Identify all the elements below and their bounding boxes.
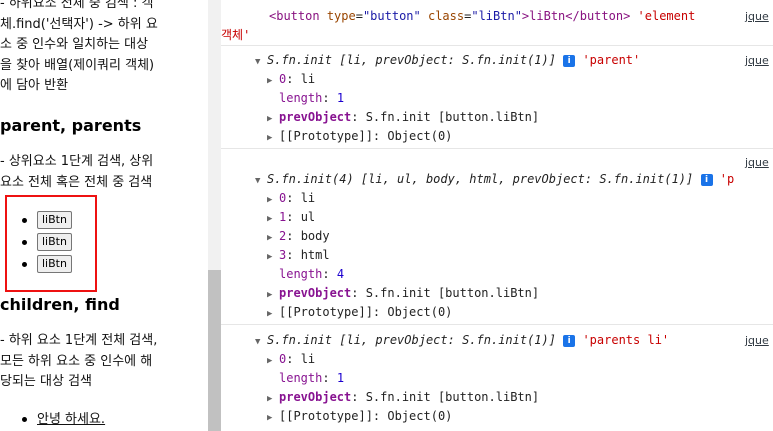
li-button[interactable]: liBtn [37, 255, 72, 273]
object-property[interactable]: ▶ 0: li [267, 191, 315, 205]
heading-parent-parents: parent, parents [0, 116, 142, 135]
object-prototype[interactable]: ▶ [[Prototype]]: Object(0) [267, 129, 452, 143]
info-icon[interactable]: i [563, 335, 576, 347]
console-object-header[interactable]: ▼ S.fn.init(4) [li, ul, body, html, prevO… [255, 172, 734, 186]
source-link[interactable]: jque [745, 156, 769, 169]
devtools-console: <button type="button" class="liBtn">liBt… [221, 0, 773, 431]
html-attr-value: "button" [362, 9, 421, 23]
source-link[interactable]: jque [745, 334, 769, 347]
object-property[interactable]: ▶ prevObject: S.fn.init [button.liBtn] [267, 110, 539, 124]
source-link[interactable]: jque [745, 10, 769, 23]
html-content: >liBtn</ [521, 9, 580, 23]
expand-right-icon[interactable]: ▶ [267, 252, 279, 262]
object-property[interactable]: ▶ prevObject: S.fn.init [button.liBtn] [267, 390, 539, 404]
object-property[interactable]: ▶ 1: ul [267, 210, 315, 224]
children-description: - 하위 요소 1단계 전체 검색, 모든 하위 요소 중 인수에 해 당되는 … [0, 331, 200, 393]
text-line: - 하위 요소 1단계 전체 검색, [0, 333, 158, 348]
log-separator [221, 324, 773, 325]
object-property: length: 1 [279, 91, 345, 105]
expand-down-icon[interactable]: ▼ [255, 337, 267, 347]
log-label: 'parents li' [582, 333, 670, 347]
expand-right-icon[interactable]: ▶ [267, 309, 279, 319]
object-property[interactable]: ▶ 3: html [267, 248, 330, 262]
text-line: 에 담아 반환 [0, 78, 69, 93]
text-line: 체.find('선택자') -> 하위 요 [0, 16, 158, 32]
object-property[interactable]: ▶ 0: li [267, 72, 315, 86]
html-attr-value: "liBtn" [471, 9, 522, 23]
log-label: 'parent' [582, 53, 641, 67]
heading-children-find: children, find [0, 295, 120, 314]
expand-right-icon[interactable]: ▶ [267, 394, 279, 404]
parent-description: - 상위요소 1단계 검색, 상위 요소 전체 혹은 전체 중 검색 [0, 152, 200, 193]
expand-right-icon[interactable]: ▶ [267, 195, 279, 205]
text-line: 소 중 인수와 일치하는 대상 [0, 37, 149, 52]
expand-right-icon[interactable]: ▶ [267, 133, 279, 143]
expand-right-icon[interactable]: ▶ [267, 413, 279, 423]
list-bullet [22, 417, 27, 422]
scrollbar-thumb[interactable] [208, 270, 221, 431]
expand-right-icon[interactable]: ▶ [267, 114, 279, 124]
li-button[interactable]: liBtn [37, 233, 72, 251]
text-line: 모든 하위 요소 중 인수에 해 [0, 353, 153, 369]
console-object-header[interactable]: ▼ S.fn.init [li, prevObject: S.fn.init(1)… [255, 53, 640, 67]
expand-right-icon[interactable]: ▶ [267, 290, 279, 300]
page-content: - 하위요소 전체 중 검색 : 객 체.find('선택자') -> 하위 요… [0, 0, 208, 431]
object-property[interactable]: ▶ prevObject: S.fn.init [button.liBtn] [267, 286, 539, 300]
object-prototype[interactable]: ▶ [[Prototype]]: Object(0) [267, 409, 452, 423]
log-separator [221, 45, 773, 46]
list-bullet [22, 240, 27, 245]
expand-right-icon[interactable]: ▶ [267, 214, 279, 224]
log-label-wrap: 객체' [221, 28, 251, 42]
expand-right-icon[interactable]: ▶ [267, 76, 279, 86]
expand-down-icon[interactable]: ▼ [255, 57, 267, 67]
log-separator [221, 148, 773, 149]
expand-down-icon[interactable]: ▼ [255, 176, 267, 186]
info-icon[interactable]: i [700, 174, 713, 186]
text-line: 을 찾아 배열(제이쿼리 객체) [0, 57, 155, 73]
log-label: 'element [637, 9, 696, 23]
expand-right-icon[interactable]: ▶ [267, 233, 279, 243]
info-icon[interactable]: i [563, 55, 576, 67]
object-prototype[interactable]: ▶ [[Prototype]]: Object(0) [267, 305, 452, 319]
li-button[interactable]: liBtn [37, 211, 72, 229]
html-tag-close: button> [579, 9, 631, 23]
list-bullet [22, 218, 27, 223]
text-line: - 하위요소 전체 중 검색 : 객 [0, 0, 154, 11]
html-attr: type [326, 9, 356, 23]
object-property: length: 1 [279, 371, 345, 385]
find-description: - 하위요소 전체 중 검색 : 객 체.find('선택자') -> 하위 요… [0, 0, 200, 97]
list-item: 안녕 하세요. [37, 412, 106, 427]
object-property: length: 4 [279, 267, 345, 281]
log-label: 'p [719, 172, 735, 186]
console-object-header[interactable]: ▼ S.fn.init [li, prevObject: S.fn.init(1)… [255, 333, 669, 347]
list-bullet [22, 262, 27, 267]
source-link[interactable]: jque [745, 54, 769, 67]
console-element-output[interactable]: <button type="button" class="liBtn">liBt… [269, 9, 695, 23]
object-property[interactable]: ▶ 0: li [267, 352, 315, 366]
html-tag-open: <button [269, 9, 320, 23]
expand-right-icon[interactable]: ▶ [267, 356, 279, 366]
text-line: 당되는 대상 검색 [0, 374, 92, 389]
object-property[interactable]: ▶ 2: body [267, 229, 330, 243]
text-line: - 상위요소 1단계 검색, 상위 [0, 154, 154, 169]
text-line: 요소 전체 혹은 전체 중 검색 [0, 174, 153, 190]
html-attr: class [427, 9, 465, 23]
